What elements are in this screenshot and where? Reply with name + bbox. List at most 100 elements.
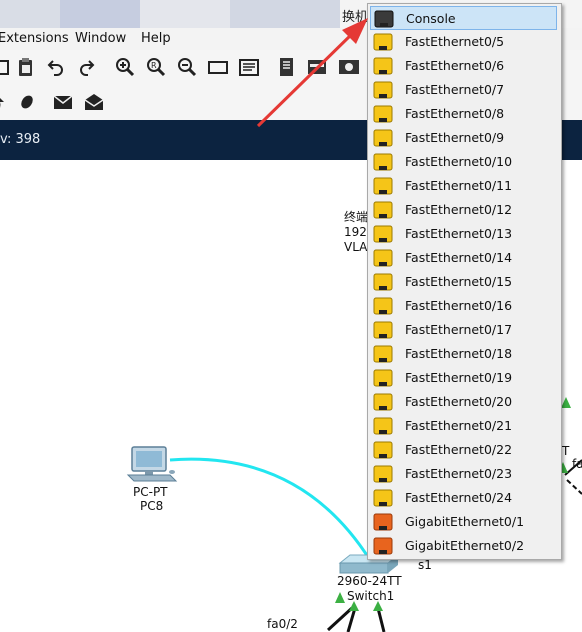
port-menu-item-label: GigabitEthernet0/2: [405, 538, 525, 553]
port-menu-item[interactable]: FastEthernet0/9: [370, 126, 557, 150]
port-menu-item-label: FastEthernet0/22: [405, 442, 513, 457]
port-menu-item-label: FastEthernet0/20: [405, 394, 513, 409]
port-menu-item[interactable]: FastEthernet0/20: [370, 390, 557, 414]
port-menu-item[interactable]: FastEthernet0/21: [370, 414, 557, 438]
menu-extensions[interactable]: Extensions: [0, 31, 69, 46]
title-blur-block: [60, 0, 140, 28]
port-menu-item-label: FastEthernet0/18: [405, 346, 513, 361]
menu-window[interactable]: Window: [75, 31, 126, 46]
ethernet-port-icon: [373, 81, 393, 99]
ellipse-icon[interactable]: [14, 90, 38, 114]
cluster-icon[interactable]: [337, 55, 361, 79]
port-menu-item[interactable]: FastEthernet0/5: [370, 30, 557, 54]
zoom-reset-icon[interactable]: R: [144, 55, 168, 79]
port-menu-item[interactable]: FastEthernet0/12: [370, 198, 557, 222]
port-menu-item[interactable]: FastEthernet0/10: [370, 150, 557, 174]
undo-icon[interactable]: [44, 55, 68, 79]
device-info-line3: VLA: [344, 240, 368, 254]
ethernet-port-icon: [373, 273, 393, 291]
console-port-icon: [374, 10, 394, 28]
ethernet-port-icon: [373, 345, 393, 363]
link-up-indicator: [335, 592, 345, 603]
ethernet-port-icon: [373, 105, 393, 123]
ethernet-port-icon: [373, 297, 393, 315]
pc-type-label: PC-PT: [133, 485, 168, 499]
port-menu-item[interactable]: FastEthernet0/11: [370, 174, 557, 198]
port-menu-item[interactable]: Console: [370, 6, 557, 30]
port-menu-item-label: FastEthernet0/19: [405, 370, 513, 385]
port-menu-item[interactable]: FastEthernet0/23: [370, 462, 557, 486]
port-menu-item[interactable]: FastEthernet0/8: [370, 102, 557, 126]
port-menu-item[interactable]: FastEthernet0/24: [370, 486, 557, 510]
menu-help[interactable]: Help: [141, 31, 171, 46]
switch-name-label: Switch1: [347, 589, 395, 603]
device-info-line1: 终端: [344, 210, 369, 224]
port-menu-item-label: FastEthernet0/13: [405, 226, 513, 241]
title-blur-block: [140, 0, 230, 28]
port-menu-item[interactable]: FastEthernet0/14: [370, 246, 557, 270]
zoom-out-icon[interactable]: [175, 55, 199, 79]
port-menu-item[interactable]: FastEthernet0/18: [370, 342, 557, 366]
title-blur-block: [0, 0, 60, 28]
port-menu-item-label: FastEthernet0/21: [405, 418, 513, 433]
palette-icon[interactable]: [237, 55, 261, 79]
gigabit-port-icon: [373, 513, 393, 531]
port-menu-item[interactable]: FastEthernet0/6: [370, 54, 557, 78]
port-menu-item[interactable]: FastEthernet0/19: [370, 366, 557, 390]
complex-pdu-icon[interactable]: [82, 90, 106, 114]
ethernet-port-icon: [373, 201, 393, 219]
ethernet-port-icon: [373, 249, 393, 267]
ethernet-port-icon: [373, 393, 393, 411]
port-menu-item-label: FastEthernet0/11: [405, 178, 513, 193]
redo-icon[interactable]: [76, 55, 100, 79]
switch-tag-label: s1: [418, 558, 432, 572]
ethernet-port-icon: [373, 441, 393, 459]
status-text: v: 398: [0, 132, 41, 147]
port-menu-item[interactable]: FastEthernet0/15: [370, 270, 557, 294]
svg-text:R: R: [151, 61, 157, 70]
port-menu-item[interactable]: FastEthernet0/7: [370, 78, 557, 102]
port-menu-item-label: FastEthernet0/15: [405, 274, 513, 289]
device-info-line2: 192: [344, 225, 367, 239]
notes-icon[interactable]: [275, 55, 299, 79]
port-menu-item-label: FastEthernet0/23: [405, 466, 513, 481]
zoom-in-icon[interactable]: [113, 55, 137, 79]
link-up-indicator: [561, 397, 571, 408]
right-port-label: fa: [572, 457, 582, 471]
port-menu-item[interactable]: FastEthernet0/22: [370, 438, 557, 462]
simple-pdu-icon[interactable]: [51, 90, 75, 114]
ethernet-port-icon: [373, 57, 393, 75]
device-list-icon[interactable]: [305, 55, 329, 79]
ethernet-port-icon: [373, 33, 393, 51]
right-mark-label: T: [562, 444, 570, 458]
pc-icon[interactable]: [126, 446, 178, 482]
pointer-icon[interactable]: [0, 90, 14, 114]
ethernet-port-icon: [373, 129, 393, 147]
port-menu-item[interactable]: FastEthernet0/17: [370, 318, 557, 342]
port-menu-item-label: FastEthernet0/7: [405, 82, 505, 97]
gigabit-port-icon: [373, 537, 393, 555]
paste-icon[interactable]: [14, 55, 38, 79]
ethernet-port-icon: [373, 153, 393, 171]
ethernet-port-icon: [373, 489, 393, 507]
rectangle-icon[interactable]: [206, 55, 230, 79]
right-link-2[interactable]: [566, 479, 582, 495]
port-label: fa0/2: [267, 617, 298, 631]
pc-switch-link[interactable]: [169, 457, 372, 561]
port-menu-item[interactable]: GigabitEthernet0/2: [370, 534, 557, 558]
port-menu-item[interactable]: GigabitEthernet0/1: [370, 510, 557, 534]
ethernet-port-icon: [373, 465, 393, 483]
port-menu-item[interactable]: FastEthernet0/16: [370, 294, 557, 318]
port-menu-item[interactable]: FastEthernet0/13: [370, 222, 557, 246]
port-menu-item-label: FastEthernet0/14: [405, 250, 513, 265]
open-file-icon[interactable]: [0, 55, 14, 79]
port-menu-item-label: FastEthernet0/24: [405, 490, 513, 505]
port-menu-item-label: FastEthernet0/9: [405, 130, 505, 145]
title-blur-block: [230, 0, 340, 28]
port-menu-item-label: Console: [406, 11, 456, 26]
port-menu-item-label: FastEthernet0/12: [405, 202, 513, 217]
switch-link-right[interactable]: [376, 607, 386, 632]
window-title: 换机: [342, 10, 369, 25]
port-menu-item-label: FastEthernet0/8: [405, 106, 505, 121]
switch-model-label: 2960-24TT: [337, 574, 402, 588]
